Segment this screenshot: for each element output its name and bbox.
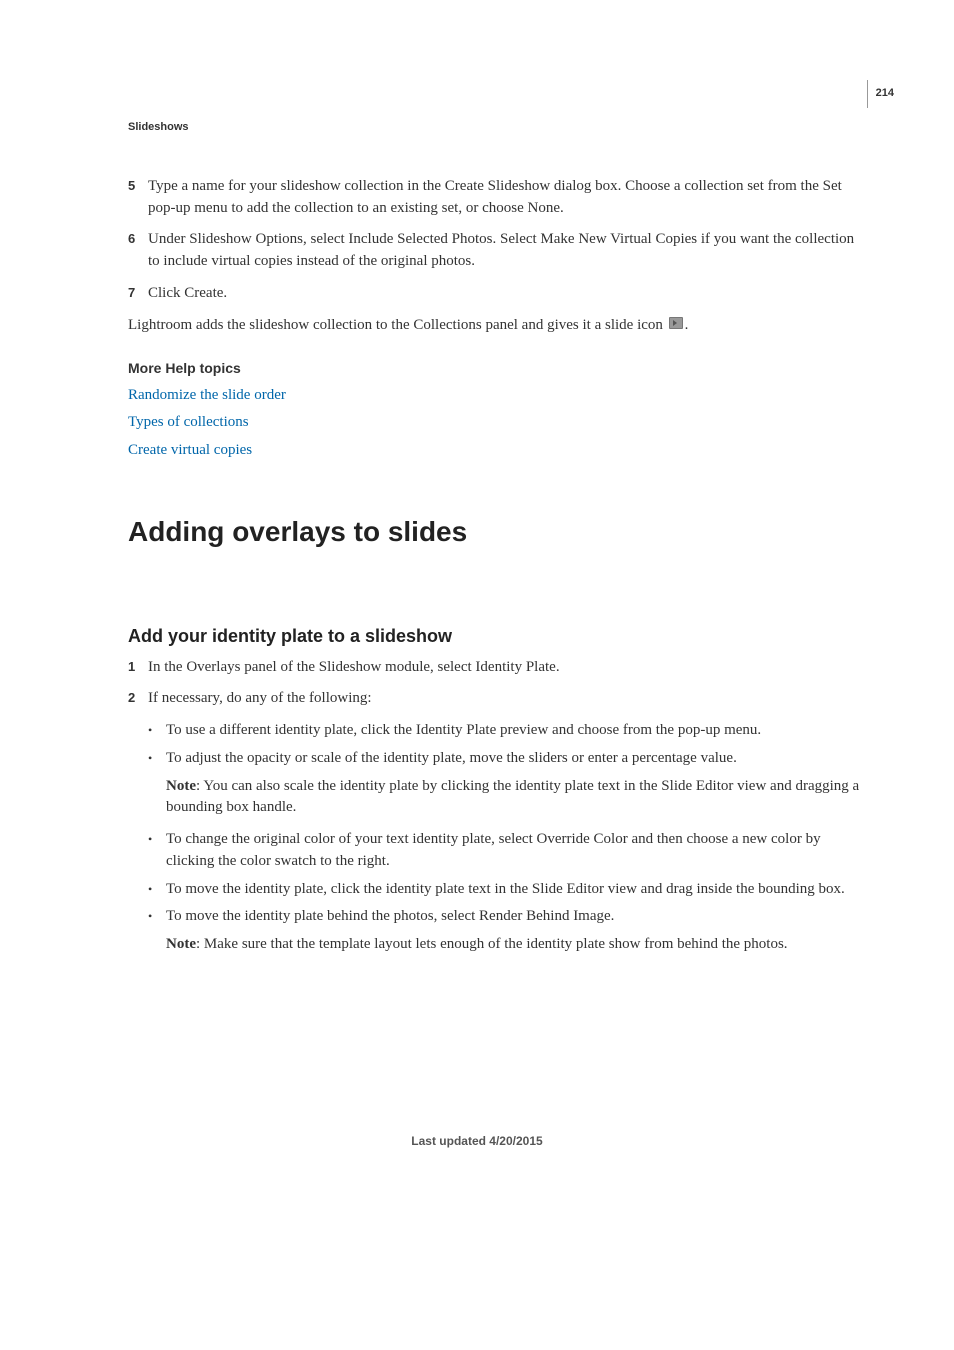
step-number: 5 (128, 176, 148, 220)
step-number: 6 (128, 229, 148, 273)
bullet-dot: • (148, 879, 166, 901)
step-text: In the Overlays panel of the Slideshow m… (148, 657, 869, 679)
bullet-item: • To adjust the opacity or scale of the … (148, 748, 869, 770)
bullet-text: To move the identity plate behind the ph… (166, 906, 869, 928)
link-types-of-collections[interactable]: Types of collections (128, 412, 869, 434)
step-7: 7 Click Create. (128, 283, 869, 305)
bullet-item: • To move the identity plate, click the … (148, 879, 869, 901)
step-text: If necessary, do any of the following: (148, 688, 869, 710)
bullet-text: To adjust the opacity or scale of the id… (166, 748, 869, 770)
more-help-heading: More Help topics (128, 358, 869, 378)
substep-2: 2 If necessary, do any of the following: (128, 688, 869, 710)
topic-heading: Adding overlays to slides (128, 512, 869, 553)
note-label: Note (166, 778, 196, 794)
paragraph: Lightroom adds the slideshow collection … (128, 315, 869, 337)
step-6: 6 Under Slideshow Options, select Includ… (128, 229, 869, 273)
step-number: 1 (128, 657, 148, 679)
footer-last-updated: Last updated 4/20/2015 (0, 1133, 954, 1150)
step-text: Click Create. (148, 283, 869, 305)
link-randomize-slide-order[interactable]: Randomize the slide order (128, 385, 869, 407)
subtopic-heading: Add your identity plate to a slideshow (128, 623, 869, 649)
bullet-item: • To move the identity plate behind the … (148, 906, 869, 928)
page-number: 214 (867, 80, 894, 108)
note-text: : You can also scale the identity plate … (166, 778, 859, 816)
substep-1: 1 In the Overlays panel of the Slideshow… (128, 657, 869, 679)
text-pre-icon: Lightroom adds the slideshow collection … (128, 317, 667, 333)
step-number: 7 (128, 283, 148, 305)
note-text: : Make sure that the template layout let… (196, 936, 788, 952)
bullet-dot: • (148, 720, 166, 742)
bullet-dot: • (148, 829, 166, 873)
note: Note: Make sure that the template layout… (166, 934, 869, 956)
bullet-text: To use a different identity plate, click… (166, 720, 869, 742)
page-content: 214 Slideshows 5 Type a name for your sl… (0, 0, 954, 1190)
bullet-dot: • (148, 906, 166, 928)
text-post-icon: . (685, 317, 689, 333)
note-label: Note (166, 936, 196, 952)
link-create-virtual-copies[interactable]: Create virtual copies (128, 440, 869, 462)
bullet-item: • To change the original color of your t… (148, 829, 869, 873)
note: Note: You can also scale the identity pl… (166, 776, 869, 820)
step-5: 5 Type a name for your slideshow collect… (128, 176, 869, 220)
section-header: Slideshows (128, 120, 869, 136)
bullet-text: To change the original color of your tex… (166, 829, 869, 873)
step-text: Under Slideshow Options, select Include … (148, 229, 869, 273)
bullet-text: To move the identity plate, click the id… (166, 879, 869, 901)
step-number: 2 (128, 688, 148, 710)
step-text: Type a name for your slideshow collectio… (148, 176, 869, 220)
slide-icon (669, 317, 683, 329)
bullet-item: • To use a different identity plate, cli… (148, 720, 869, 742)
bullet-dot: • (148, 748, 166, 770)
